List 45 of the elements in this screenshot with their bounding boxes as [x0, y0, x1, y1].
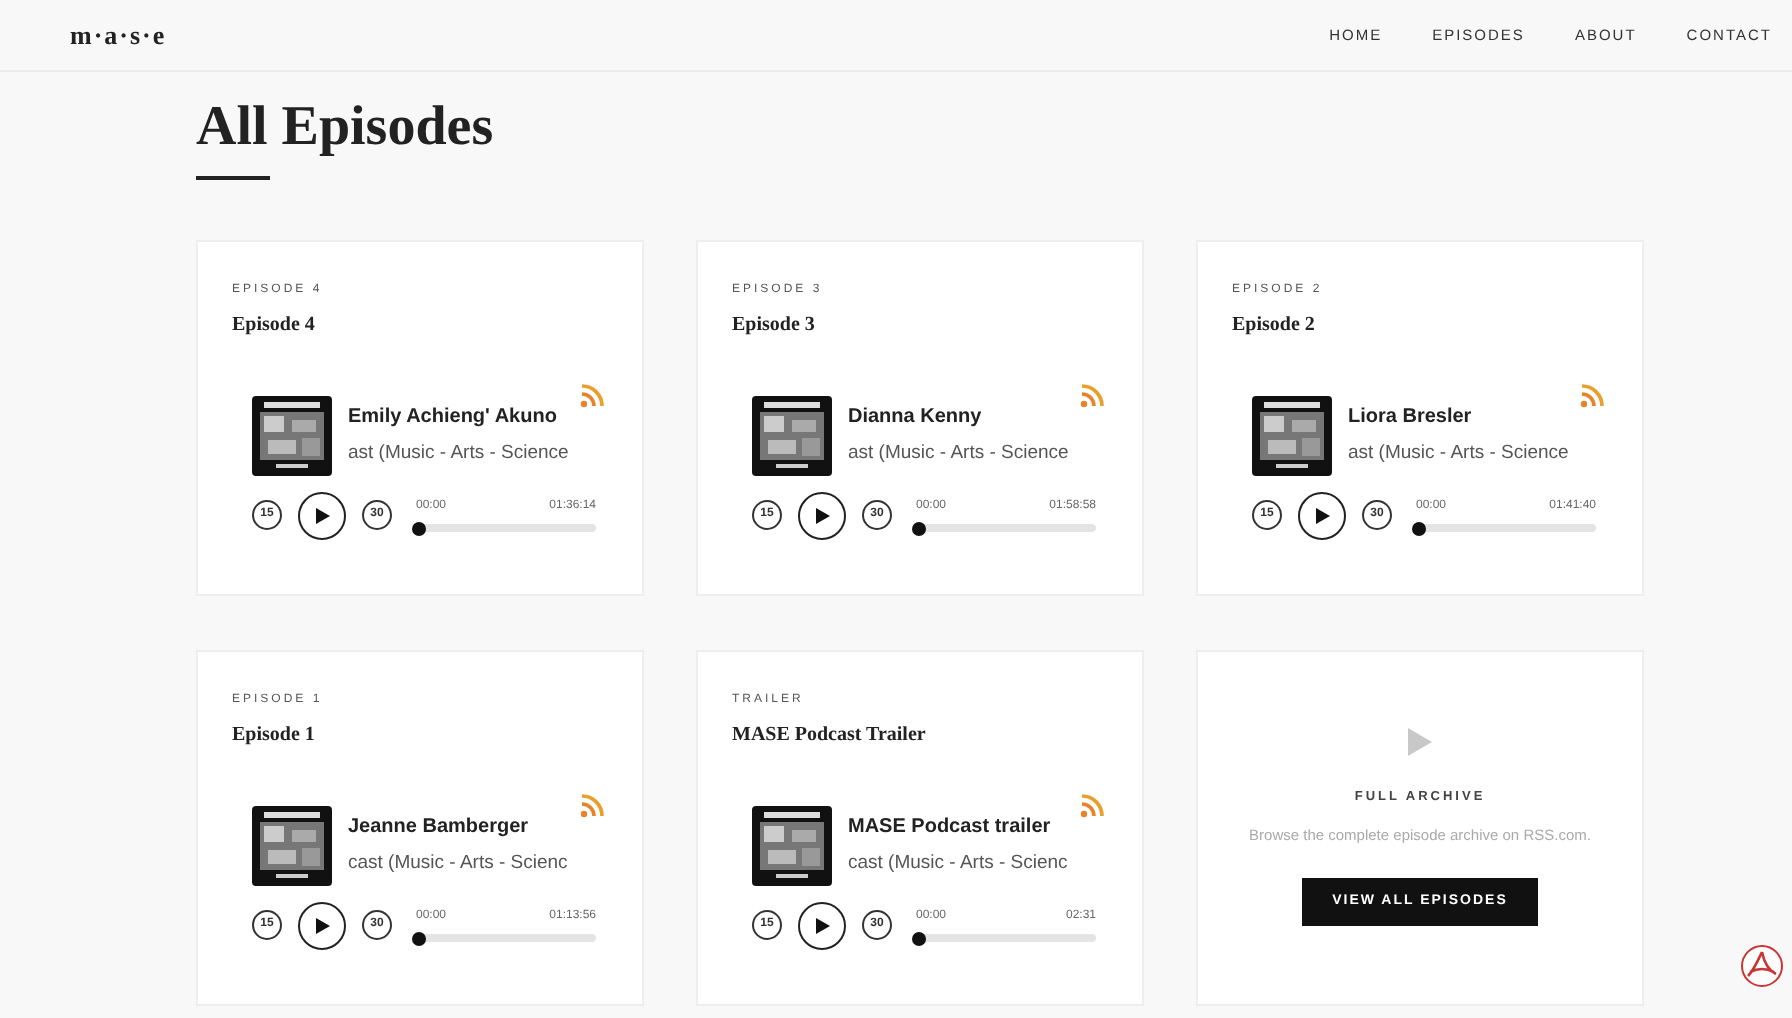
track-title: Dianna Kenny [848, 403, 984, 432]
rss-icon[interactable] [580, 383, 604, 408]
play-icon [812, 915, 832, 936]
track-title: MASE Podcast trailer [848, 813, 1053, 842]
play-icon [312, 915, 332, 936]
rss-icon[interactable] [1080, 383, 1104, 408]
rss-icon[interactable] [580, 793, 604, 818]
progress-handle[interactable] [1412, 521, 1426, 536]
acrobat-icon[interactable] [1740, 944, 1784, 988]
play-icon [312, 505, 332, 526]
podcast-name: cast (Music - Arts - Scienc [348, 849, 568, 878]
page-title: All Episodes [196, 94, 496, 162]
progress-track[interactable] [416, 524, 596, 533]
podcast-name: ast (Music - Arts - Science [848, 439, 1069, 468]
progress-handle[interactable] [412, 521, 426, 536]
progress-handle[interactable] [912, 931, 926, 946]
progress-handle[interactable] [912, 521, 926, 536]
play-button[interactable] [1298, 491, 1346, 540]
episode-title: Episode 2 [1232, 311, 1317, 340]
episode-title: Episode 1 [232, 721, 317, 750]
play-icon [1312, 505, 1332, 526]
play-button[interactable] [798, 901, 846, 950]
podcast-name: ast (Music - Arts - Science [1348, 439, 1569, 468]
episode-title: Episode 4 [232, 311, 317, 340]
progress-track[interactable] [1416, 524, 1596, 533]
podcast-name: ast (Music - Arts - Science [348, 439, 569, 468]
podcast-name: cast (Music - Arts - Scienc [848, 849, 1068, 878]
play-button[interactable] [298, 901, 346, 950]
play-icon [1408, 727, 1432, 756]
logo[interactable]: m·a·s·e [70, 15, 167, 55]
play-icon [812, 505, 832, 526]
episode-title: MASE Podcast Trailer [732, 721, 928, 750]
rss-icon[interactable] [1080, 793, 1104, 818]
progress-track[interactable] [916, 524, 1096, 533]
play-button[interactable] [298, 491, 346, 540]
progress-track[interactable] [416, 934, 596, 943]
track-title: Emily Achieng' Akuno [348, 403, 559, 432]
play-button[interactable] [798, 491, 846, 540]
track-title: Jeanne Bamberger [348, 813, 531, 842]
progress-track[interactable] [916, 934, 1096, 943]
track-title: Liora Bresler [1348, 403, 1474, 432]
progress-handle[interactable] [412, 931, 426, 946]
rss-icon[interactable] [1580, 383, 1604, 408]
title-underline [196, 175, 270, 180]
episode-title: Episode 3 [732, 311, 817, 340]
